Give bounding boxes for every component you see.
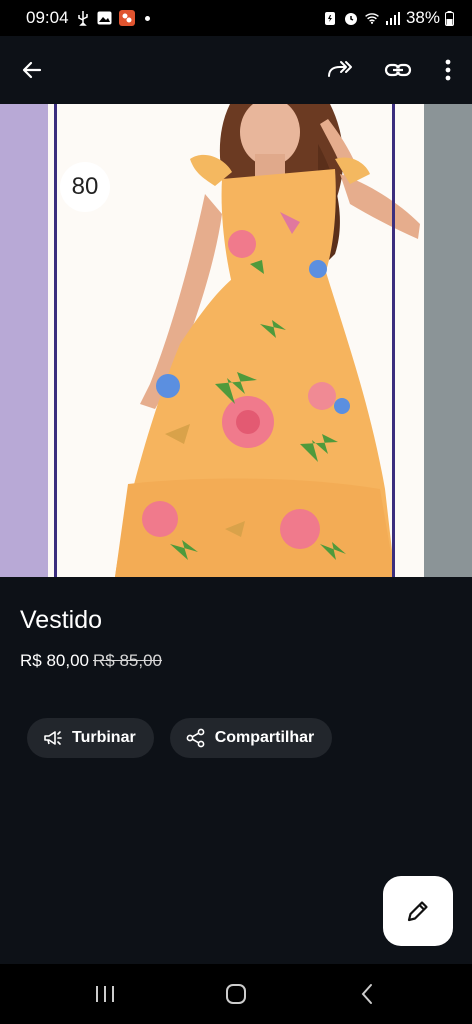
status-time: 09:04 <box>26 8 69 27</box>
gallery-icon <box>97 10 113 26</box>
boost-button[interactable]: Turbinar <box>27 718 154 758</box>
edit-fab-button[interactable] <box>383 876 453 946</box>
size-badge: 80 <box>60 162 110 212</box>
chevron-left-icon <box>361 984 372 1004</box>
action-chips: Turbinar Compartilhar <box>27 718 333 758</box>
price-row: R$ 80,00 R$ 85,00 <box>20 651 162 671</box>
battery-percent: 38% <box>405 8 440 27</box>
arrow-left-icon <box>22 61 42 79</box>
app-toolbar <box>0 36 472 104</box>
product-title: Vestido <box>20 606 103 634</box>
battery-saver-icon <box>322 10 338 26</box>
copy-link-button[interactable] <box>380 52 416 88</box>
battery-icon <box>445 10 454 26</box>
forward-icon <box>328 61 352 77</box>
more-vertical-icon <box>445 59 451 81</box>
boost-label: Turbinar <box>72 729 136 746</box>
status-bar: 09:04 38% <box>0 0 472 36</box>
back-button[interactable] <box>14 52 50 88</box>
home-icon <box>225 984 246 1004</box>
signal-icon <box>385 10 401 26</box>
image-frame-left <box>54 104 57 577</box>
image-frame-right <box>392 104 395 577</box>
system-back-button[interactable] <box>337 974 397 1014</box>
alarm-icon <box>343 10 359 26</box>
original-price: R$ 85,00 <box>93 651 162 670</box>
system-nav-bar <box>0 964 472 1024</box>
recent-apps-button[interactable] <box>75 974 135 1014</box>
app-notification-icon <box>118 10 135 26</box>
wifi-icon <box>364 10 380 26</box>
home-button[interactable] <box>206 974 266 1014</box>
current-price: R$ 80,00 <box>20 651 89 670</box>
link-icon <box>384 63 412 77</box>
product-image-area[interactable]: 80 <box>0 104 472 577</box>
share-button[interactable]: Compartilhar <box>169 718 333 758</box>
megaphone-icon <box>44 731 62 745</box>
pencil-icon <box>407 901 428 922</box>
usb-icon <box>75 10 91 26</box>
notification-dot <box>144 15 150 21</box>
forward-button[interactable] <box>322 52 358 88</box>
share-label: Compartilhar <box>214 729 315 746</box>
recent-apps-icon <box>96 986 115 1002</box>
share-icon <box>186 728 205 748</box>
more-options-button[interactable] <box>438 52 458 88</box>
